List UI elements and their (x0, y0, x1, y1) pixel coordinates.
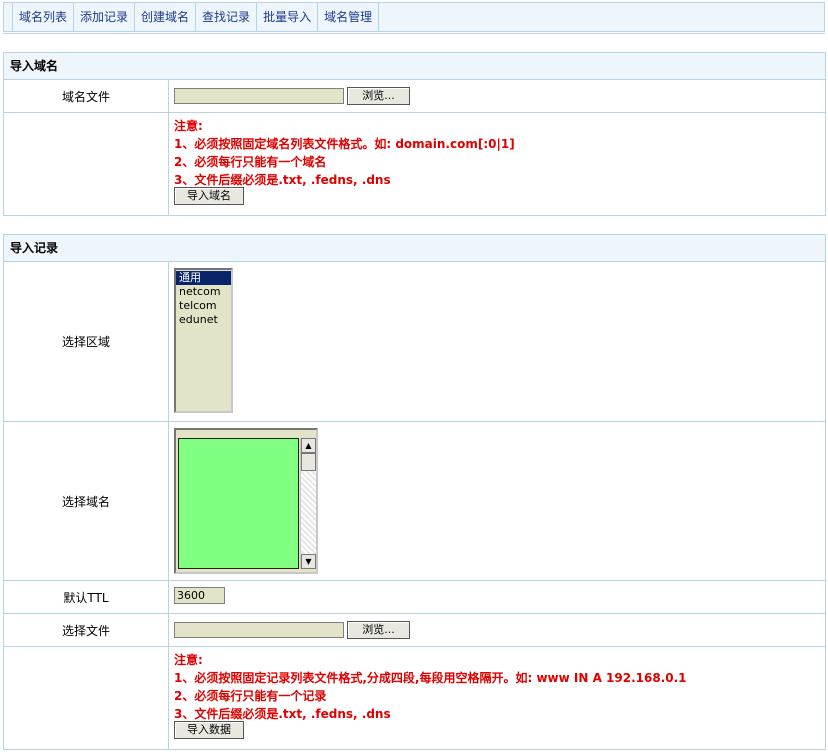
tab-domain-list[interactable]: 域名列表 (12, 3, 75, 31)
record-notes-label-cell (4, 647, 169, 749)
domain-note-heading: 注意: (174, 119, 203, 133)
region-option-netcom[interactable]: netcom (176, 285, 231, 299)
domain-list-area[interactable] (178, 438, 299, 569)
ttl-label: 默认TTL (4, 581, 169, 613)
tab-domain-manage[interactable]: 域名管理 (318, 3, 380, 31)
domain-file-label: 域名文件 (4, 80, 169, 112)
domain-select-label: 选择域名 (4, 422, 169, 580)
region-row: 选择区域 通用 netcom telcom edunet (4, 262, 825, 422)
arrow-up-icon[interactable]: ▲ (301, 438, 316, 453)
region-option-general[interactable]: 通用 (176, 271, 231, 285)
domain-select-cell: ▲ ▼ (169, 422, 825, 580)
tab-create-domain[interactable]: 创建域名 (135, 3, 197, 31)
region-option-telcom[interactable]: telcom (176, 299, 231, 313)
domain-file-input[interactable] (174, 88, 344, 104)
domain-browse-button[interactable]: 浏览... (347, 87, 410, 105)
scrollbar-thumb[interactable] (301, 453, 316, 471)
record-notes-row: 注意: 1、必须按照固定记录列表文件格式,分成四段,每段用空格隔开。如: www… (4, 647, 825, 749)
ttl-cell: 3600 (169, 581, 825, 613)
domain-file-cell: 浏览... (169, 80, 825, 112)
domain-note-1: 1、必须按照固定域名列表文件格式。如: domain.com[:0|1] (174, 137, 515, 151)
tab-find-record[interactable]: 查找记录 (196, 3, 258, 31)
domain-listbox[interactable]: ▲ ▼ (174, 428, 318, 574)
domain-select-row: 选择域名 ▲ ▼ (4, 422, 825, 581)
region-cell: 通用 netcom telcom edunet (169, 262, 825, 421)
domain-notes-row: 注意: 1、必须按照固定域名列表文件格式。如: domain.com[:0|1]… (4, 113, 825, 215)
record-note-2: 2、必须每行只能有一个记录 (174, 689, 327, 703)
record-file-cell: 浏览... (169, 614, 825, 646)
record-notes-cell: 注意: 1、必须按照固定记录列表文件格式,分成四段,每段用空格隔开。如: www… (169, 647, 825, 749)
record-note-1: 1、必须按照固定记录列表文件格式,分成四段,每段用空格隔开。如: www IN … (174, 671, 687, 685)
import-domain-button[interactable]: 导入域名 (174, 187, 244, 205)
import-domain-title: 导入域名 (4, 53, 825, 80)
import-domain-panel: 导入域名 域名文件 浏览... 注意: 1、必须按照固定域名列表文件格式。如: … (3, 52, 826, 216)
domain-notes-label-cell (4, 113, 169, 215)
tab-add-record[interactable]: 添加记录 (74, 3, 136, 31)
tab-batch-import[interactable]: 批量导入 (257, 3, 319, 31)
region-listbox[interactable]: 通用 netcom telcom edunet (174, 268, 233, 413)
domain-notes-cell: 注意: 1、必须按照固定域名列表文件格式。如: domain.com[:0|1]… (169, 113, 825, 215)
domain-file-row: 域名文件 浏览... (4, 80, 825, 113)
import-record-button[interactable]: 导入数据 (174, 721, 244, 739)
region-label: 选择区域 (4, 262, 169, 421)
ttl-input[interactable]: 3600 (174, 587, 225, 604)
record-note-3: 3、文件后缀必须是.txt, .fedns, .dns (174, 707, 391, 721)
record-file-label: 选择文件 (4, 614, 169, 646)
ttl-row: 默认TTL 3600 (4, 581, 825, 614)
import-record-title: 导入记录 (4, 235, 825, 262)
arrow-down-icon[interactable]: ▼ (301, 554, 316, 569)
domain-note-2: 2、必须每行只能有一个域名 (174, 155, 327, 169)
record-import-notes: 注意: 1、必须按照固定记录列表文件格式,分成四段,每段用空格隔开。如: www… (174, 651, 687, 723)
import-record-panel: 导入记录 选择区域 通用 netcom telcom edunet 选择域名 ▲… (3, 234, 826, 750)
region-option-edunet[interactable]: edunet (176, 313, 231, 327)
record-browse-button[interactable]: 浏览... (347, 621, 410, 639)
domain-list-scrollbar[interactable]: ▲ ▼ (300, 438, 316, 569)
record-note-heading: 注意: (174, 653, 203, 667)
tab-bar-divider (3, 33, 825, 34)
top-tab-bar: 域名列表 添加记录 创建域名 查找记录 批量导入 域名管理 (3, 2, 825, 32)
record-file-row: 选择文件 浏览... (4, 614, 825, 647)
domain-import-notes: 注意: 1、必须按照固定域名列表文件格式。如: domain.com[:0|1]… (174, 117, 515, 189)
record-file-input[interactable] (174, 622, 344, 638)
tab-list: 域名列表 添加记录 创建域名 查找记录 批量导入 域名管理 (12, 3, 380, 31)
